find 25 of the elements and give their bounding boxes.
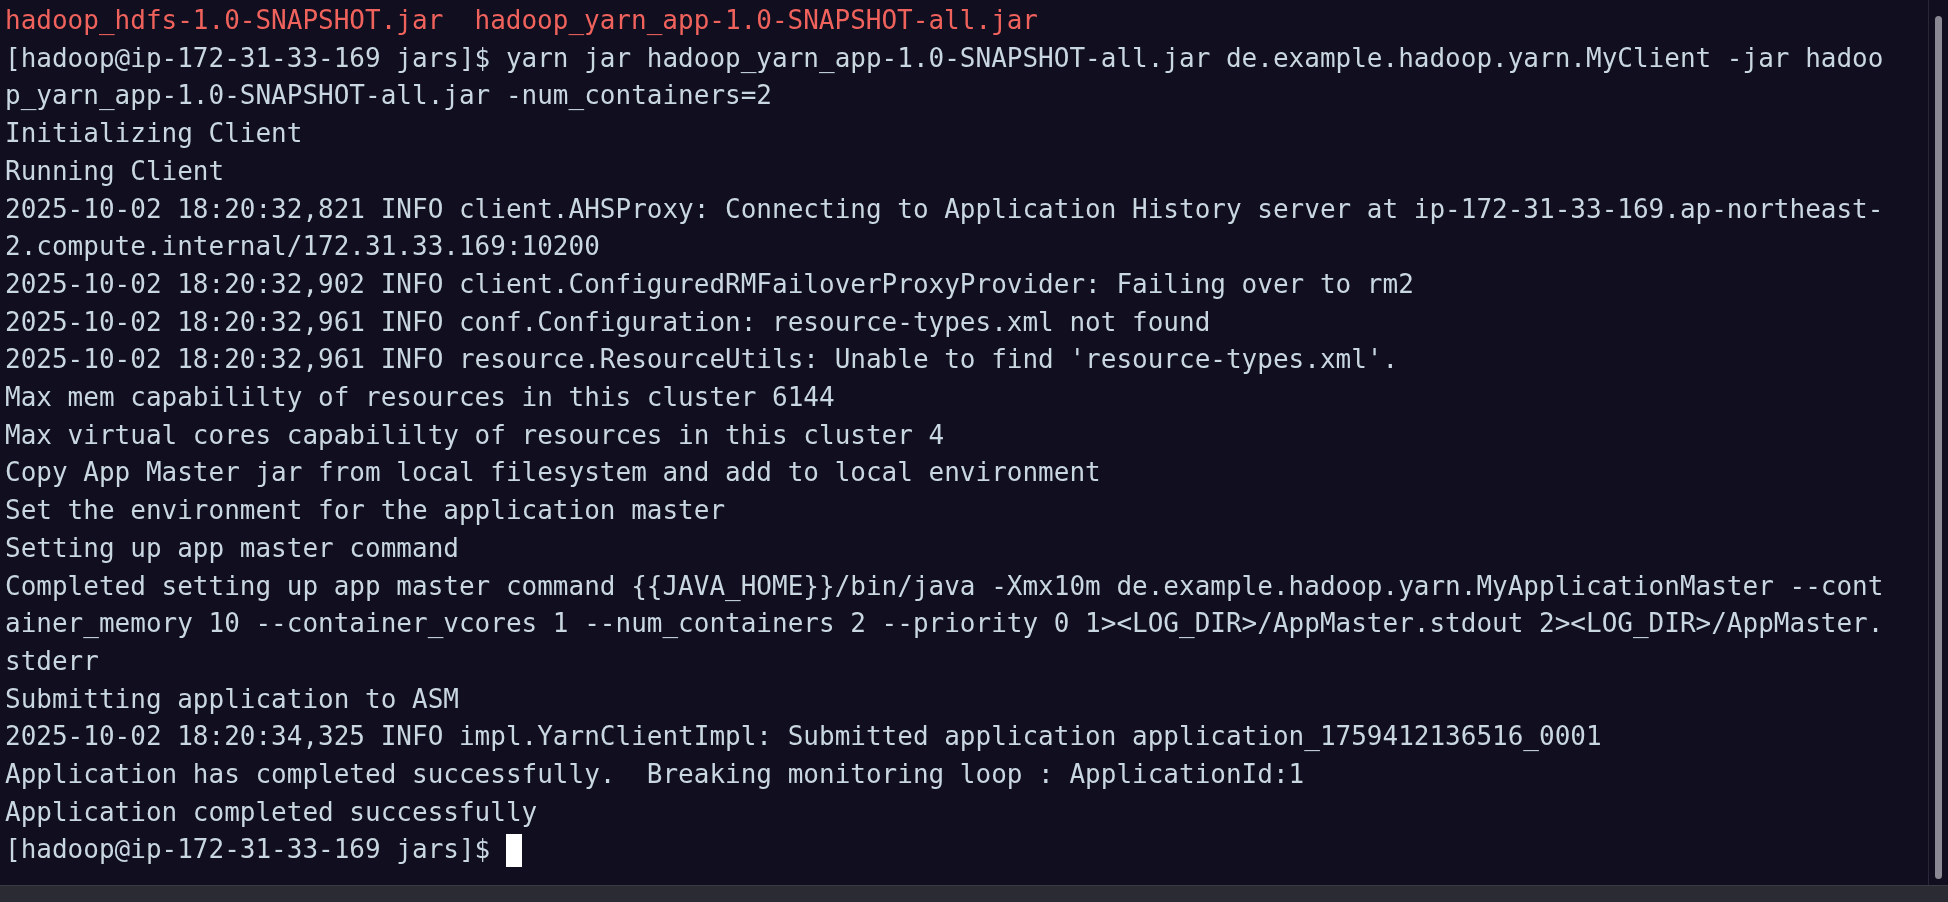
terminal-line: 2025-10-02 18:20:32,902 INFO client.ConfiguredRMFailoverProxyProvider: Failing over to rm2 bbox=[5, 267, 1414, 301]
terminal-line: 2025-10-02 18:20:32,961 INFO resource.ResourceUtils: Unable to find 'resource-types.xml'. bbox=[5, 343, 1399, 377]
terminal-line: 2025-10-02 18:20:34,325 INFO impl.YarnClientImpl: Submitted application application_1759412136516_0001 bbox=[5, 720, 1602, 754]
terminal-line: Application has completed successfully. Breaking monitoring loop : ApplicationId:1 bbox=[5, 758, 1305, 792]
terminal-line: 2.compute.internal/172.31.33.169:10200 bbox=[5, 230, 600, 264]
terminal-line: stderr bbox=[5, 644, 99, 678]
terminal-line: [hadoop@ip-172-31-33-169 jars]$ yarn jar hadoop_yarn_app-1.0-SNAPSHOT-all.jar de.example.hadoop.yarn.MyClient -jar hadoo bbox=[5, 41, 1884, 75]
terminal-line: Application completed successfully bbox=[5, 795, 538, 829]
terminal-line: p_yarn_app-1.0-SNAPSHOT-all.jar -num_containers=2 bbox=[5, 79, 772, 113]
terminal-line: 2025-10-02 18:20:32,961 INFO conf.Configuration: resource-types.xml not found bbox=[5, 305, 1211, 339]
terminal-line: Setting up app master command bbox=[5, 531, 459, 565]
terminal-line: Running Client bbox=[5, 154, 225, 188]
terminal-line: ainer_memory 10 --container_vcores 1 --num_containers 2 --priority 0 1><LOG_DIR>/AppMaster.stdout 2><LOG_DIR>/AppMaster. bbox=[5, 607, 1884, 641]
terminal-line: 2025-10-02 18:20:32,821 INFO client.AHSProxy: Connecting to Application History server at ip-172-31-33-169.ap-northeast- bbox=[5, 192, 1884, 226]
file-name: hadoop_hdfs-1.0-SNAPSHOT.jar bbox=[5, 4, 444, 37]
terminal-line: Max virtual cores capabililty of resources in this cluster 4 bbox=[5, 418, 945, 452]
file-name: hadoop_yarn_app-1.0-SNAPSHOT-all.jar bbox=[474, 4, 1038, 37]
terminal-line: Copy App Master jar from local filesystem and add to local environment bbox=[5, 456, 1101, 490]
terminal-line: Submitting application to ASM bbox=[5, 682, 459, 716]
scrollbar-thumb[interactable] bbox=[1935, 16, 1942, 879]
terminal-line: Completed setting up app master command {{JAVA_HOME}}/bin/java -Xmx10m de.example.hadoop.yarn.MyApplicationMaster --cont bbox=[5, 569, 1884, 603]
terminal-line: Set the environment for the application master bbox=[5, 494, 726, 528]
terminal-line: Initializing Client bbox=[5, 117, 303, 151]
terminal-line: Max mem capabililty of resources in this cluster 6144 bbox=[5, 381, 835, 414]
terminal-prompt: [hadoop@ip-172-31-33-169 jars]$ bbox=[5, 833, 492, 867]
